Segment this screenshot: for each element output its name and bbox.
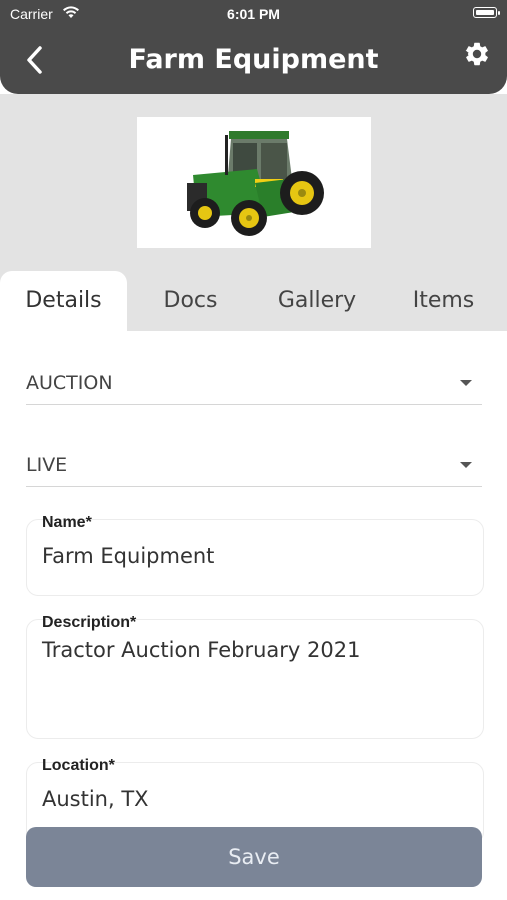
battery-icon [473,7,500,18]
save-button[interactable]: Save [26,827,482,887]
tab-details[interactable]: Details [0,271,127,331]
status-select-value: LIVE [26,454,68,476]
status-select[interactable]: LIVE [26,448,482,487]
type-select-value: AUCTION [26,372,113,394]
name-value: Farm Equipment [42,544,215,568]
type-select[interactable]: AUCTION [26,366,482,405]
tab-docs[interactable]: Docs [127,271,254,331]
status-time: 6:01 PM [227,6,280,22]
caret-down-icon [460,462,472,468]
description-field[interactable]: Description* Tractor Auction February 20… [26,614,484,739]
app-header: Carrier 6:01 PM Farm Equipment [0,0,507,94]
description-value: Tractor Auction February 2021 [42,638,361,662]
tab-gallery[interactable]: Gallery [254,271,380,331]
name-label: Name* [42,514,92,531]
tractor-image [137,117,371,248]
tab-bar: Details Docs Gallery Items [0,271,507,331]
location-value: Austin, TX [42,787,149,811]
page-title: Farm Equipment [128,44,379,75]
tractor-illustration [187,131,324,236]
name-field[interactable]: Name* Farm Equipment [26,514,484,596]
hero-section [0,94,507,278]
tab-items[interactable]: Items [380,271,507,331]
caret-down-icon [460,380,472,386]
gear-icon [465,42,488,66]
location-label: Location* [42,757,115,774]
settings-button[interactable] [463,40,491,68]
description-label: Description* [42,614,137,631]
status-bar: Carrier 6:01 PM [0,0,507,28]
